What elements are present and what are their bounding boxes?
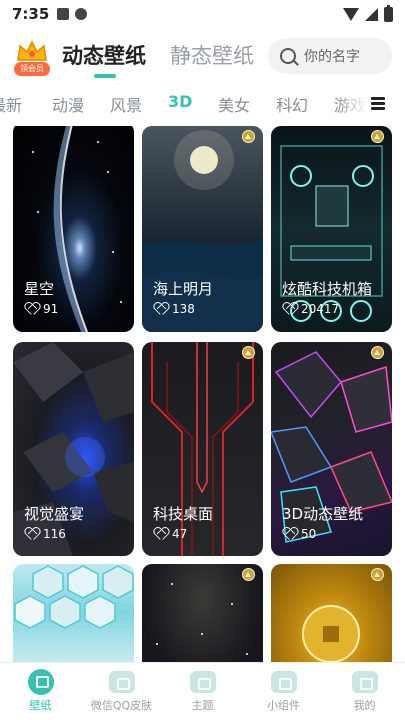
wallpaper-card-gold-coin[interactable] [271, 564, 392, 662]
category-tab-beauty[interactable]: 美女 [218, 92, 250, 116]
premium-badge-icon [242, 346, 255, 359]
nav-wallpaper[interactable]: 壁纸 [0, 663, 81, 720]
widget-icon [270, 671, 297, 693]
likes-count: 50 [301, 527, 317, 541]
card-likes: 50 [283, 527, 316, 541]
vip-label: 领会员 [14, 62, 50, 76]
wallpaper-card-3d-live[interactable]: 3D动态壁纸 50 [271, 342, 392, 556]
search-input[interactable]: 你的名字 [268, 38, 392, 74]
category-tab-scifi[interactable]: 科幻 [276, 92, 308, 116]
heart-icon [154, 528, 167, 540]
wifi-icon [343, 7, 359, 21]
nav-label: 我的 [353, 699, 376, 712]
vip-button[interactable]: 领会员 [14, 40, 50, 76]
bottom-navigation: 壁纸 微信QQ皮肤 主题 小组件 我的 [0, 662, 405, 720]
shield-icon [75, 8, 88, 20]
profile-icon [351, 671, 378, 693]
category-tab-scenery[interactable]: 风景 [110, 92, 142, 116]
nav-widget[interactable]: 小组件 [243, 663, 324, 720]
card-title: 星空 [24, 280, 55, 298]
category-fade [337, 90, 367, 118]
nav-label: 微信QQ皮肤 [90, 699, 153, 712]
category-tabs: 最新 动漫 风景 3D 美女 科幻 游戏 [0, 90, 405, 118]
wallpaper-card-tech-case[interactable]: 炫酷科技机箱 20417 [271, 126, 392, 332]
wallpaper-app: 7:35 领会员 动态壁纸 静态壁纸 你的名字 最新 动漫 风景 3D [0, 0, 405, 720]
heart-icon [154, 303, 167, 315]
notification-icon [57, 8, 70, 20]
nav-theme[interactable]: 主题 [162, 663, 243, 720]
nav-label: 主题 [191, 699, 214, 712]
menu-icon[interactable] [371, 97, 385, 110]
card-likes: 91 [25, 302, 58, 316]
status-bar: 7:35 [0, 0, 405, 28]
status-time: 7:35 [12, 5, 50, 23]
category-tab-anime[interactable]: 动漫 [52, 92, 84, 116]
tab-static-wallpaper[interactable]: 静态壁纸 [170, 40, 254, 70]
tab-live-wallpaper[interactable]: 动态壁纸 [62, 40, 146, 70]
likes-count: 47 [172, 527, 188, 541]
likes-count: 20417 [301, 302, 340, 316]
signal-icon [365, 7, 378, 21]
card-likes: 116 [25, 527, 66, 541]
active-tab-indicator [94, 74, 116, 78]
card-title: 炫酷科技机箱 [282, 280, 373, 298]
nav-label: 小组件 [267, 699, 300, 712]
card-likes: 47 [154, 527, 187, 541]
premium-badge-icon [242, 568, 255, 581]
nav-chat-skin[interactable]: 微信QQ皮肤 [81, 663, 162, 720]
card-likes: 138 [154, 302, 195, 316]
premium-badge-icon [242, 130, 255, 143]
card-title: 3D动态壁纸 [282, 505, 364, 523]
battery-icon [384, 4, 393, 22]
nav-label: 壁纸 [29, 699, 52, 712]
category-tab-3d[interactable]: 3D [168, 92, 192, 111]
wallpaper-card-visual-feast[interactable]: 视觉盛宴 116 [13, 342, 134, 556]
theme-icon [189, 671, 216, 693]
wallpaper-icon [27, 669, 54, 695]
wallpaper-card-tech-desktop[interactable]: 科技桌面 47 [142, 342, 263, 556]
search-placeholder: 你的名字 [304, 49, 360, 65]
wallpaper-card-moon-sea[interactable]: 海上明月 138 [142, 126, 263, 332]
heart-icon [25, 528, 38, 540]
card-title: 海上明月 [153, 280, 214, 298]
likes-count: 116 [43, 527, 66, 541]
heart-icon [283, 303, 296, 315]
premium-badge-icon [371, 568, 384, 581]
top-header: 领会员 动态壁纸 静态壁纸 你的名字 [0, 36, 405, 80]
hexagon-image [14, 565, 134, 629]
likes-count: 91 [43, 302, 59, 316]
crown-icon [17, 40, 47, 61]
premium-badge-icon [371, 130, 384, 143]
category-tab-latest[interactable]: 最新 [0, 92, 22, 116]
shirt-icon [108, 671, 135, 693]
heart-icon [283, 528, 296, 540]
wallpaper-card-hexagon[interactable] [13, 564, 134, 662]
card-likes: 20417 [283, 302, 339, 316]
wallpaper-card-starry-sky[interactable]: 星空 91 [13, 126, 134, 332]
wallpaper-card-galaxy[interactable] [142, 564, 263, 662]
premium-badge-icon [371, 346, 384, 359]
wallpaper-grid: 星空 91 海上明月 138 炫酷科技机箱 20417 视觉盛宴 116 科技桌… [0, 126, 405, 662]
card-title: 科技桌面 [153, 505, 214, 523]
likes-count: 138 [172, 302, 195, 316]
heart-icon [25, 303, 38, 315]
card-title: 视觉盛宴 [24, 505, 85, 523]
search-icon [280, 48, 296, 64]
nav-profile[interactable]: 我的 [324, 663, 405, 720]
